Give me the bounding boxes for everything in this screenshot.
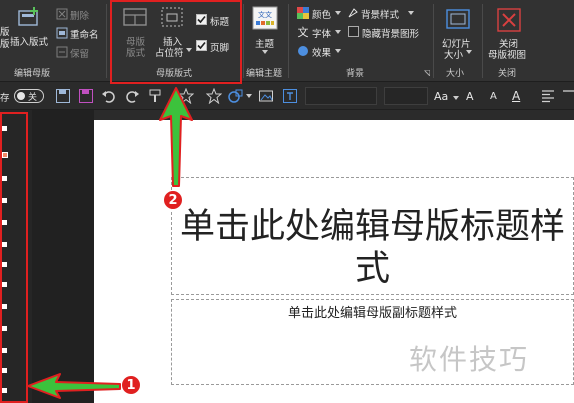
- save-icon[interactable]: [55, 88, 71, 104]
- chevron-down-icon: [335, 30, 341, 34]
- align-center-icon[interactable]: [562, 88, 574, 104]
- separator: [106, 4, 107, 78]
- toggle-state: 关: [28, 93, 38, 103]
- increase-font-button[interactable]: A: [466, 90, 474, 103]
- title-line-2: 式: [354, 249, 390, 289]
- preserve-label: 保留: [70, 49, 90, 60]
- chevron-down-icon: [408, 11, 414, 15]
- picture-icon[interactable]: [258, 88, 274, 104]
- undo-icon[interactable]: [101, 88, 117, 104]
- separator: [482, 4, 483, 78]
- close-icon: [497, 8, 521, 32]
- shapes-icon[interactable]: [228, 88, 244, 104]
- text-box-icon[interactable]: [282, 88, 298, 104]
- insert-layout-icon: [18, 7, 38, 26]
- group-label-size: 大小: [446, 69, 465, 79]
- ribbon: 版 版 插入版式 删除 重命名 保留 编辑母版 母版 版式 插入 占位符 标题 …: [0, 0, 574, 82]
- chevron-down-icon: [262, 50, 268, 54]
- fonts-icon: 文: [298, 26, 309, 38]
- effects-label: 效果: [312, 48, 332, 59]
- group-label-edit-master: 编辑母版: [14, 69, 51, 79]
- font-name-select[interactable]: [305, 87, 377, 105]
- redo-icon[interactable]: [124, 88, 140, 104]
- autosave-toggle[interactable]: 关: [14, 89, 44, 103]
- slide-size-icon: [446, 9, 470, 29]
- svg-text:文: 文: [298, 26, 309, 38]
- quick-access-toolbar: 存 关 Aa A A A: [0, 82, 574, 110]
- autosave-label: 存: [0, 93, 10, 104]
- group-label-background: 背景: [346, 69, 365, 79]
- separator: [288, 4, 289, 78]
- decrease-font-button[interactable]: A: [490, 91, 497, 102]
- chevron-down-icon: [453, 96, 459, 100]
- arrow-left-icon: [27, 373, 121, 399]
- group-label-close: 关闭: [498, 69, 517, 79]
- theme-label: 主题: [255, 39, 275, 50]
- toggle-knob: [17, 92, 25, 100]
- highlight-box-thumbnails: [0, 112, 28, 403]
- colors-label: 颜色: [312, 10, 332, 21]
- svg-text:文文: 文文: [258, 10, 272, 19]
- favorite-star-icon[interactable]: [206, 88, 222, 104]
- background-styles-icon: [348, 8, 358, 18]
- group-label-edit-theme: 编辑主题: [246, 69, 283, 79]
- slide-size-label-2: 大小: [444, 50, 464, 61]
- font-size-select[interactable]: [384, 87, 428, 105]
- effects-icon: [298, 46, 308, 56]
- hide-background-graphics-label: 隐藏背景图形: [362, 29, 420, 40]
- chevron-down-icon[interactable]: [246, 94, 252, 98]
- highlight-box-master-layout: [110, 0, 242, 84]
- arrow-up-icon: [159, 87, 193, 187]
- colors-icon: [297, 7, 309, 19]
- chevron-down-icon: [335, 11, 341, 15]
- dialog-launcher-icon[interactable]: [424, 70, 430, 76]
- title-line-1: 单击此处编辑母版标题样: [179, 207, 565, 247]
- font-color-button[interactable]: A: [512, 89, 520, 103]
- title-placeholder[interactable]: 单击此处编辑母版标题样 式: [171, 177, 574, 295]
- rename-icon: [56, 27, 68, 39]
- fonts-label: 字体: [312, 29, 332, 40]
- theme-icon: 文文: [252, 6, 278, 30]
- change-case-button[interactable]: Aa: [434, 90, 448, 103]
- insert-layout-label: 插入版式: [10, 37, 49, 48]
- background-styles-label: 背景样式: [361, 10, 400, 21]
- align-left-icon[interactable]: [540, 88, 556, 104]
- pin-icon: [56, 46, 68, 58]
- workspace-margin: [32, 110, 94, 403]
- subtitle-text: 单击此处编辑母版副标题样式: [287, 306, 457, 321]
- delete-icon: [56, 8, 68, 20]
- separator: [433, 4, 434, 78]
- close-label-2: 母版视图: [488, 50, 527, 61]
- step-badge-2: 2: [163, 190, 183, 210]
- delete-label: 删除: [70, 11, 90, 22]
- checkbox-empty-icon: [348, 26, 359, 37]
- insert-slide-master-partial-2[interactable]: 版: [0, 36, 10, 50]
- watermark: 软件技巧: [409, 343, 530, 376]
- rename-label: 重命名: [70, 30, 99, 41]
- chevron-down-icon: [335, 49, 341, 53]
- step-badge-1: 1: [121, 375, 141, 395]
- save-as-icon[interactable]: [78, 88, 94, 104]
- separator: [243, 4, 244, 78]
- chevron-down-icon: [466, 50, 472, 54]
